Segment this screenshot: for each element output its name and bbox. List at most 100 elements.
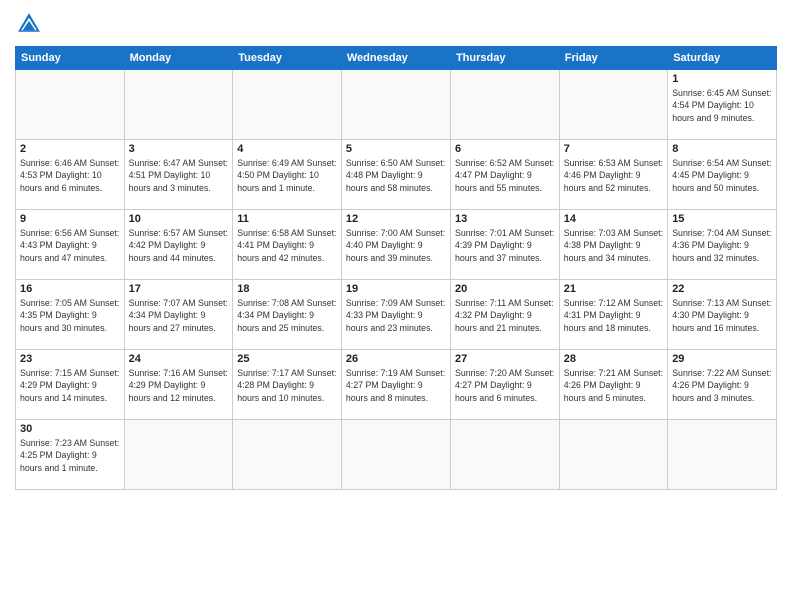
calendar-cell: 24 Sunrise: 7:16 AM Sunset: 4:29 PM Dayli… — [124, 350, 233, 420]
calendar-cell — [668, 420, 777, 490]
week-row-4: 16Sunrise: 7:05 AM Sunset: 4:35 PM Dayli… — [16, 280, 777, 350]
day-number: 22 — [672, 283, 772, 295]
day-info: Sunrise: 6:53 AM Sunset: 4:46 PM Dayligh… — [564, 157, 663, 194]
calendar-cell — [341, 70, 450, 140]
calendar-cell: 5 Sunrise: 6:50 AM Sunset: 4:48 PM Daylig… — [341, 140, 450, 210]
day-number: 24 — [129, 353, 229, 365]
day-info: Sunrise: 7:20 AM Sunset: 4:27 PM Dayligh… — [455, 367, 555, 404]
calendar-cell — [341, 420, 450, 490]
day-info: Sunrise: 7:13 AM Sunset: 4:30 PM Dayligh… — [672, 297, 772, 334]
day-info: Sunrise: 7:23 AM Sunset: 4:25 PM Dayligh… — [20, 437, 120, 474]
day-number: 30 — [20, 423, 120, 435]
calendar-cell — [124, 420, 233, 490]
header — [15, 10, 777, 38]
calendar-cell: 20 Sunrise: 7:11 AM Sunset: 4:32 PM Dayli… — [450, 280, 559, 350]
calendar-cell: 1Sunrise: 6:45 AM Sunset: 4:54 PM Daylig… — [668, 70, 777, 140]
day-info: Sunrise: 7:04 AM Sunset: 4:36 PM Dayligh… — [672, 227, 772, 264]
weekday-header-tuesday: Tuesday — [233, 47, 342, 70]
calendar-cell: 14Sunrise: 7:03 AM Sunset: 4:38 PM Dayli… — [559, 210, 667, 280]
calendar-cell: 9Sunrise: 6:56 AM Sunset: 4:43 PM Daylig… — [16, 210, 125, 280]
calendar-cell — [450, 420, 559, 490]
calendar-cell — [124, 70, 233, 140]
calendar-cell: 2Sunrise: 6:46 AM Sunset: 4:53 PM Daylig… — [16, 140, 125, 210]
calendar-cell: 27 Sunrise: 7:20 AM Sunset: 4:27 PM Dayli… — [450, 350, 559, 420]
day-info: Sunrise: 7:22 AM Sunset: 4:26 PM Dayligh… — [672, 367, 772, 404]
weekday-header-monday: Monday — [124, 47, 233, 70]
day-info: Sunrise: 7:21 AM Sunset: 4:26 PM Dayligh… — [564, 367, 663, 404]
day-info: Sunrise: 7:00 AM Sunset: 4:40 PM Dayligh… — [346, 227, 446, 264]
day-number: 1 — [672, 73, 772, 85]
calendar-cell: 16Sunrise: 7:05 AM Sunset: 4:35 PM Dayli… — [16, 280, 125, 350]
week-row-5: 23 Sunrise: 7:15 AM Sunset: 4:29 PM Dayli… — [16, 350, 777, 420]
day-info: Sunrise: 6:50 AM Sunset: 4:48 PM Dayligh… — [346, 157, 446, 194]
day-number: 27 — [455, 353, 555, 365]
day-info: Sunrise: 7:16 AM Sunset: 4:29 PM Dayligh… — [129, 367, 229, 404]
weekday-header-friday: Friday — [559, 47, 667, 70]
calendar-cell: 13 Sunrise: 7:01 AM Sunset: 4:39 PM Dayli… — [450, 210, 559, 280]
calendar-cell: 26Sunrise: 7:19 AM Sunset: 4:27 PM Dayli… — [341, 350, 450, 420]
week-row-3: 9Sunrise: 6:56 AM Sunset: 4:43 PM Daylig… — [16, 210, 777, 280]
calendar-cell: 12 Sunrise: 7:00 AM Sunset: 4:40 PM Dayli… — [341, 210, 450, 280]
day-number: 28 — [564, 353, 663, 365]
day-info: Sunrise: 7:12 AM Sunset: 4:31 PM Dayligh… — [564, 297, 663, 334]
calendar-cell: 3Sunrise: 6:47 AM Sunset: 4:51 PM Daylig… — [124, 140, 233, 210]
day-number: 20 — [455, 283, 555, 295]
day-info: Sunrise: 7:03 AM Sunset: 4:38 PM Dayligh… — [564, 227, 663, 264]
calendar-cell: 28 Sunrise: 7:21 AM Sunset: 4:26 PM Dayli… — [559, 350, 667, 420]
calendar-cell: 19Sunrise: 7:09 AM Sunset: 4:33 PM Dayli… — [341, 280, 450, 350]
calendar-cell — [559, 420, 667, 490]
day-info: Sunrise: 7:05 AM Sunset: 4:35 PM Dayligh… — [20, 297, 120, 334]
calendar-table: SundayMondayTuesdayWednesdayThursdayFrid… — [15, 46, 777, 490]
calendar-cell: 8 Sunrise: 6:54 AM Sunset: 4:45 PM Daylig… — [668, 140, 777, 210]
calendar-cell: 23 Sunrise: 7:15 AM Sunset: 4:29 PM Dayli… — [16, 350, 125, 420]
day-number: 15 — [672, 213, 772, 225]
weekday-header-row: SundayMondayTuesdayWednesdayThursdayFrid… — [16, 47, 777, 70]
day-number: 26 — [346, 353, 446, 365]
weekday-header-saturday: Saturday — [668, 47, 777, 70]
calendar-cell: 30 Sunrise: 7:23 AM Sunset: 4:25 PM Dayli… — [16, 420, 125, 490]
week-row-1: 1Sunrise: 6:45 AM Sunset: 4:54 PM Daylig… — [16, 70, 777, 140]
week-row-2: 2Sunrise: 6:46 AM Sunset: 4:53 PM Daylig… — [16, 140, 777, 210]
weekday-header-thursday: Thursday — [450, 47, 559, 70]
day-info: Sunrise: 6:54 AM Sunset: 4:45 PM Dayligh… — [672, 157, 772, 194]
day-number: 23 — [20, 353, 120, 365]
calendar-cell: 4 Sunrise: 6:49 AM Sunset: 4:50 PM Daylig… — [233, 140, 342, 210]
calendar-cell: 15 Sunrise: 7:04 AM Sunset: 4:36 PM Dayli… — [668, 210, 777, 280]
day-number: 18 — [237, 283, 337, 295]
day-number: 4 — [237, 143, 337, 155]
day-number: 19 — [346, 283, 446, 295]
day-number: 25 — [237, 353, 337, 365]
day-info: Sunrise: 6:58 AM Sunset: 4:41 PM Dayligh… — [237, 227, 337, 264]
calendar-cell — [450, 70, 559, 140]
day-number: 8 — [672, 143, 772, 155]
day-info: Sunrise: 7:17 AM Sunset: 4:28 PM Dayligh… — [237, 367, 337, 404]
day-info: Sunrise: 7:08 AM Sunset: 4:34 PM Dayligh… — [237, 297, 337, 334]
day-number: 5 — [346, 143, 446, 155]
calendar-cell: 25 Sunrise: 7:17 AM Sunset: 4:28 PM Dayli… — [233, 350, 342, 420]
weekday-header-sunday: Sunday — [16, 47, 125, 70]
day-info: Sunrise: 6:52 AM Sunset: 4:47 PM Dayligh… — [455, 157, 555, 194]
day-info: Sunrise: 6:46 AM Sunset: 4:53 PM Dayligh… — [20, 157, 120, 194]
day-number: 13 — [455, 213, 555, 225]
day-info: Sunrise: 7:11 AM Sunset: 4:32 PM Dayligh… — [455, 297, 555, 334]
calendar-cell: 17Sunrise: 7:07 AM Sunset: 4:34 PM Dayli… — [124, 280, 233, 350]
calendar-cell: 18 Sunrise: 7:08 AM Sunset: 4:34 PM Dayli… — [233, 280, 342, 350]
day-number: 17 — [129, 283, 229, 295]
day-number: 21 — [564, 283, 663, 295]
day-number: 12 — [346, 213, 446, 225]
page: SundayMondayTuesdayWednesdayThursdayFrid… — [0, 0, 792, 612]
day-info: Sunrise: 6:49 AM Sunset: 4:50 PM Dayligh… — [237, 157, 337, 194]
week-row-6: 30 Sunrise: 7:23 AM Sunset: 4:25 PM Dayli… — [16, 420, 777, 490]
day-number: 10 — [129, 213, 229, 225]
calendar-cell: 11Sunrise: 6:58 AM Sunset: 4:41 PM Dayli… — [233, 210, 342, 280]
calendar-cell: 6Sunrise: 6:52 AM Sunset: 4:47 PM Daylig… — [450, 140, 559, 210]
calendar-cell: 21 Sunrise: 7:12 AM Sunset: 4:31 PM Dayli… — [559, 280, 667, 350]
day-info: Sunrise: 7:01 AM Sunset: 4:39 PM Dayligh… — [455, 227, 555, 264]
calendar-cell: 29Sunrise: 7:22 AM Sunset: 4:26 PM Dayli… — [668, 350, 777, 420]
generalblue-logo-icon — [15, 10, 43, 38]
day-info: Sunrise: 7:15 AM Sunset: 4:29 PM Dayligh… — [20, 367, 120, 404]
day-info: Sunrise: 6:47 AM Sunset: 4:51 PM Dayligh… — [129, 157, 229, 194]
logo — [15, 10, 47, 38]
calendar-cell — [233, 70, 342, 140]
day-number: 7 — [564, 143, 663, 155]
